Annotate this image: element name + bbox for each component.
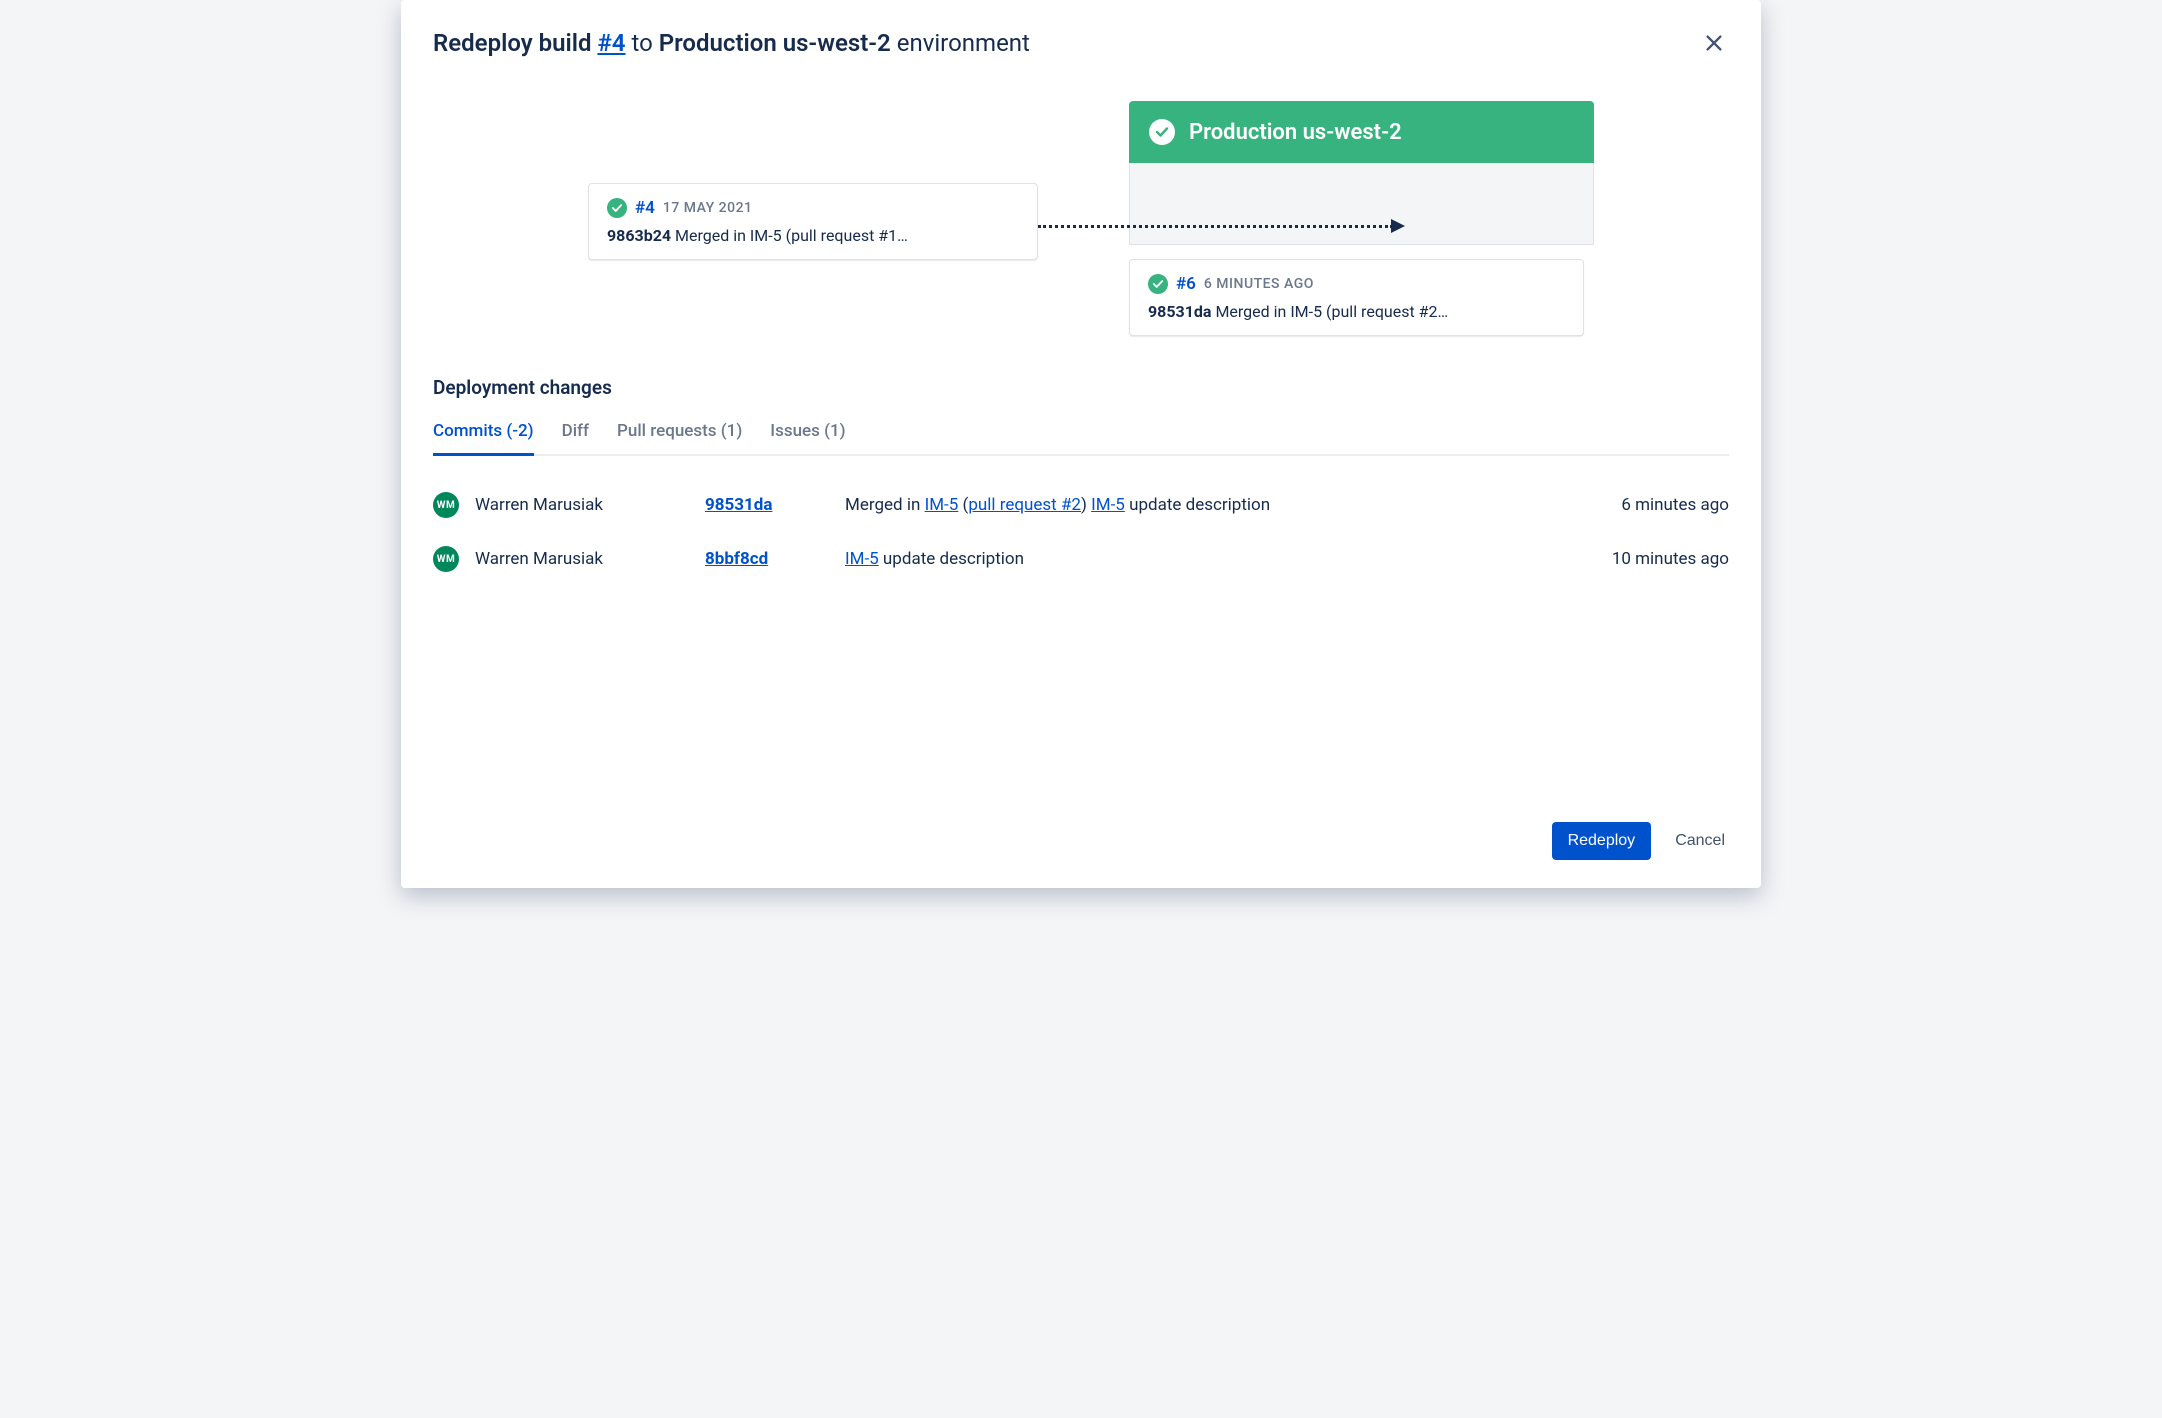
build-date: 17 MAY 2021 — [663, 200, 753, 216]
commit-author: Warren Marusiak — [475, 495, 705, 515]
section-title: Deployment changes — [433, 376, 1729, 399]
cancel-button[interactable]: Cancel — [1671, 822, 1729, 860]
tab-diff[interactable]: Diff — [562, 421, 589, 456]
arrow-line — [1038, 225, 1393, 228]
avatar: WM — [433, 546, 459, 572]
target-column: Production us-west-2 #6 6 MINUTES AGO 98… — [1129, 101, 1594, 336]
environment-banner: Production us-west-2 — [1129, 101, 1594, 163]
modal-footer: Redeploy Cancel — [433, 822, 1729, 860]
pr-link[interactable]: pull request #2 — [968, 495, 1081, 515]
redeploy-modal: Redeploy build #4 to Production us-west-… — [401, 0, 1761, 888]
title-prefix: Redeploy build — [433, 29, 597, 57]
avatar: WM — [433, 492, 459, 518]
commit-hash-link[interactable]: 98531da — [705, 495, 845, 515]
commit-hash: 9863b24 — [607, 226, 671, 245]
commit-hash-link[interactable]: 8bbf8cd — [705, 549, 845, 569]
commit-row: WM Warren Marusiak 8bbf8cd IM-5 update d… — [433, 532, 1729, 586]
commit-message: IM-5 update description — [845, 549, 1549, 569]
build-date: 6 MINUTES AGO — [1204, 276, 1314, 292]
deployment-diagram: #4 17 MAY 2021 9863b24 Merged in IM-5 (p… — [433, 101, 1729, 336]
current-build-card[interactable]: #6 6 MINUTES AGO 98531da Merged in IM-5 … — [1129, 259, 1584, 336]
source-column: #4 17 MAY 2021 9863b24 Merged in IM-5 (p… — [588, 101, 1038, 260]
deployment-slot — [1129, 163, 1594, 245]
build-number: #4 — [635, 198, 655, 218]
tab-issues[interactable]: Issues (1) — [770, 421, 845, 456]
commit-time: 10 minutes ago — [1549, 549, 1729, 569]
redeploy-button[interactable]: Redeploy — [1552, 822, 1652, 860]
issue-link[interactable]: IM-5 — [925, 495, 959, 515]
build-number-link[interactable]: #4 — [597, 29, 625, 57]
commits-list: WM Warren Marusiak 98531da Merged in IM-… — [433, 478, 1729, 586]
commit-msg: Merged in IM-5 (pull request #1… — [671, 226, 908, 245]
spacer — [1129, 245, 1594, 259]
build-card-header: #4 17 MAY 2021 — [607, 198, 1019, 218]
tab-commits[interactable]: Commits (-2) — [433, 421, 534, 456]
commit-msg: Merged in IM-5 (pull request #2… — [1211, 302, 1448, 321]
modal-header: Redeploy build #4 to Production us-west-… — [433, 28, 1729, 61]
close-button[interactable] — [1699, 28, 1729, 61]
modal-title: Redeploy build #4 to Production us-west-… — [433, 28, 1030, 59]
commit-hash: 98531da — [1148, 302, 1211, 321]
success-icon — [1149, 119, 1175, 145]
issue-link[interactable]: IM-5 — [1091, 495, 1125, 515]
success-icon — [1148, 274, 1168, 294]
commit-time: 6 minutes ago — [1549, 495, 1729, 515]
issue-link[interactable]: IM-5 — [845, 549, 879, 569]
env-name: Production us-west-2 — [659, 29, 891, 57]
close-icon — [1703, 32, 1725, 54]
build-card-body: 9863b24 Merged in IM-5 (pull request #1… — [607, 226, 1019, 245]
tab-pull-requests[interactable]: Pull requests (1) — [617, 421, 742, 456]
build-card-header: #6 6 MINUTES AGO — [1148, 274, 1565, 294]
environment-name: Production us-west-2 — [1189, 120, 1402, 145]
commit-author: Warren Marusiak — [475, 549, 705, 569]
tabs: Commits (-2) Diff Pull requests (1) Issu… — [433, 421, 1729, 456]
source-build-card[interactable]: #4 17 MAY 2021 9863b24 Merged in IM-5 (p… — [588, 183, 1038, 260]
success-icon — [607, 198, 627, 218]
deployment-changes-section: Deployment changes Commits (-2) Diff Pul… — [433, 376, 1729, 586]
build-card-body: 98531da Merged in IM-5 (pull request #2… — [1148, 302, 1565, 321]
arrow-head-icon — [1391, 218, 1405, 237]
commit-row: WM Warren Marusiak 98531da Merged in IM-… — [433, 478, 1729, 532]
commit-message: Merged in IM-5 (pull request #2) IM-5 up… — [845, 495, 1549, 515]
title-mid: to — [626, 29, 659, 57]
build-number: #6 — [1176, 274, 1196, 294]
title-suffix: environment — [891, 29, 1030, 57]
